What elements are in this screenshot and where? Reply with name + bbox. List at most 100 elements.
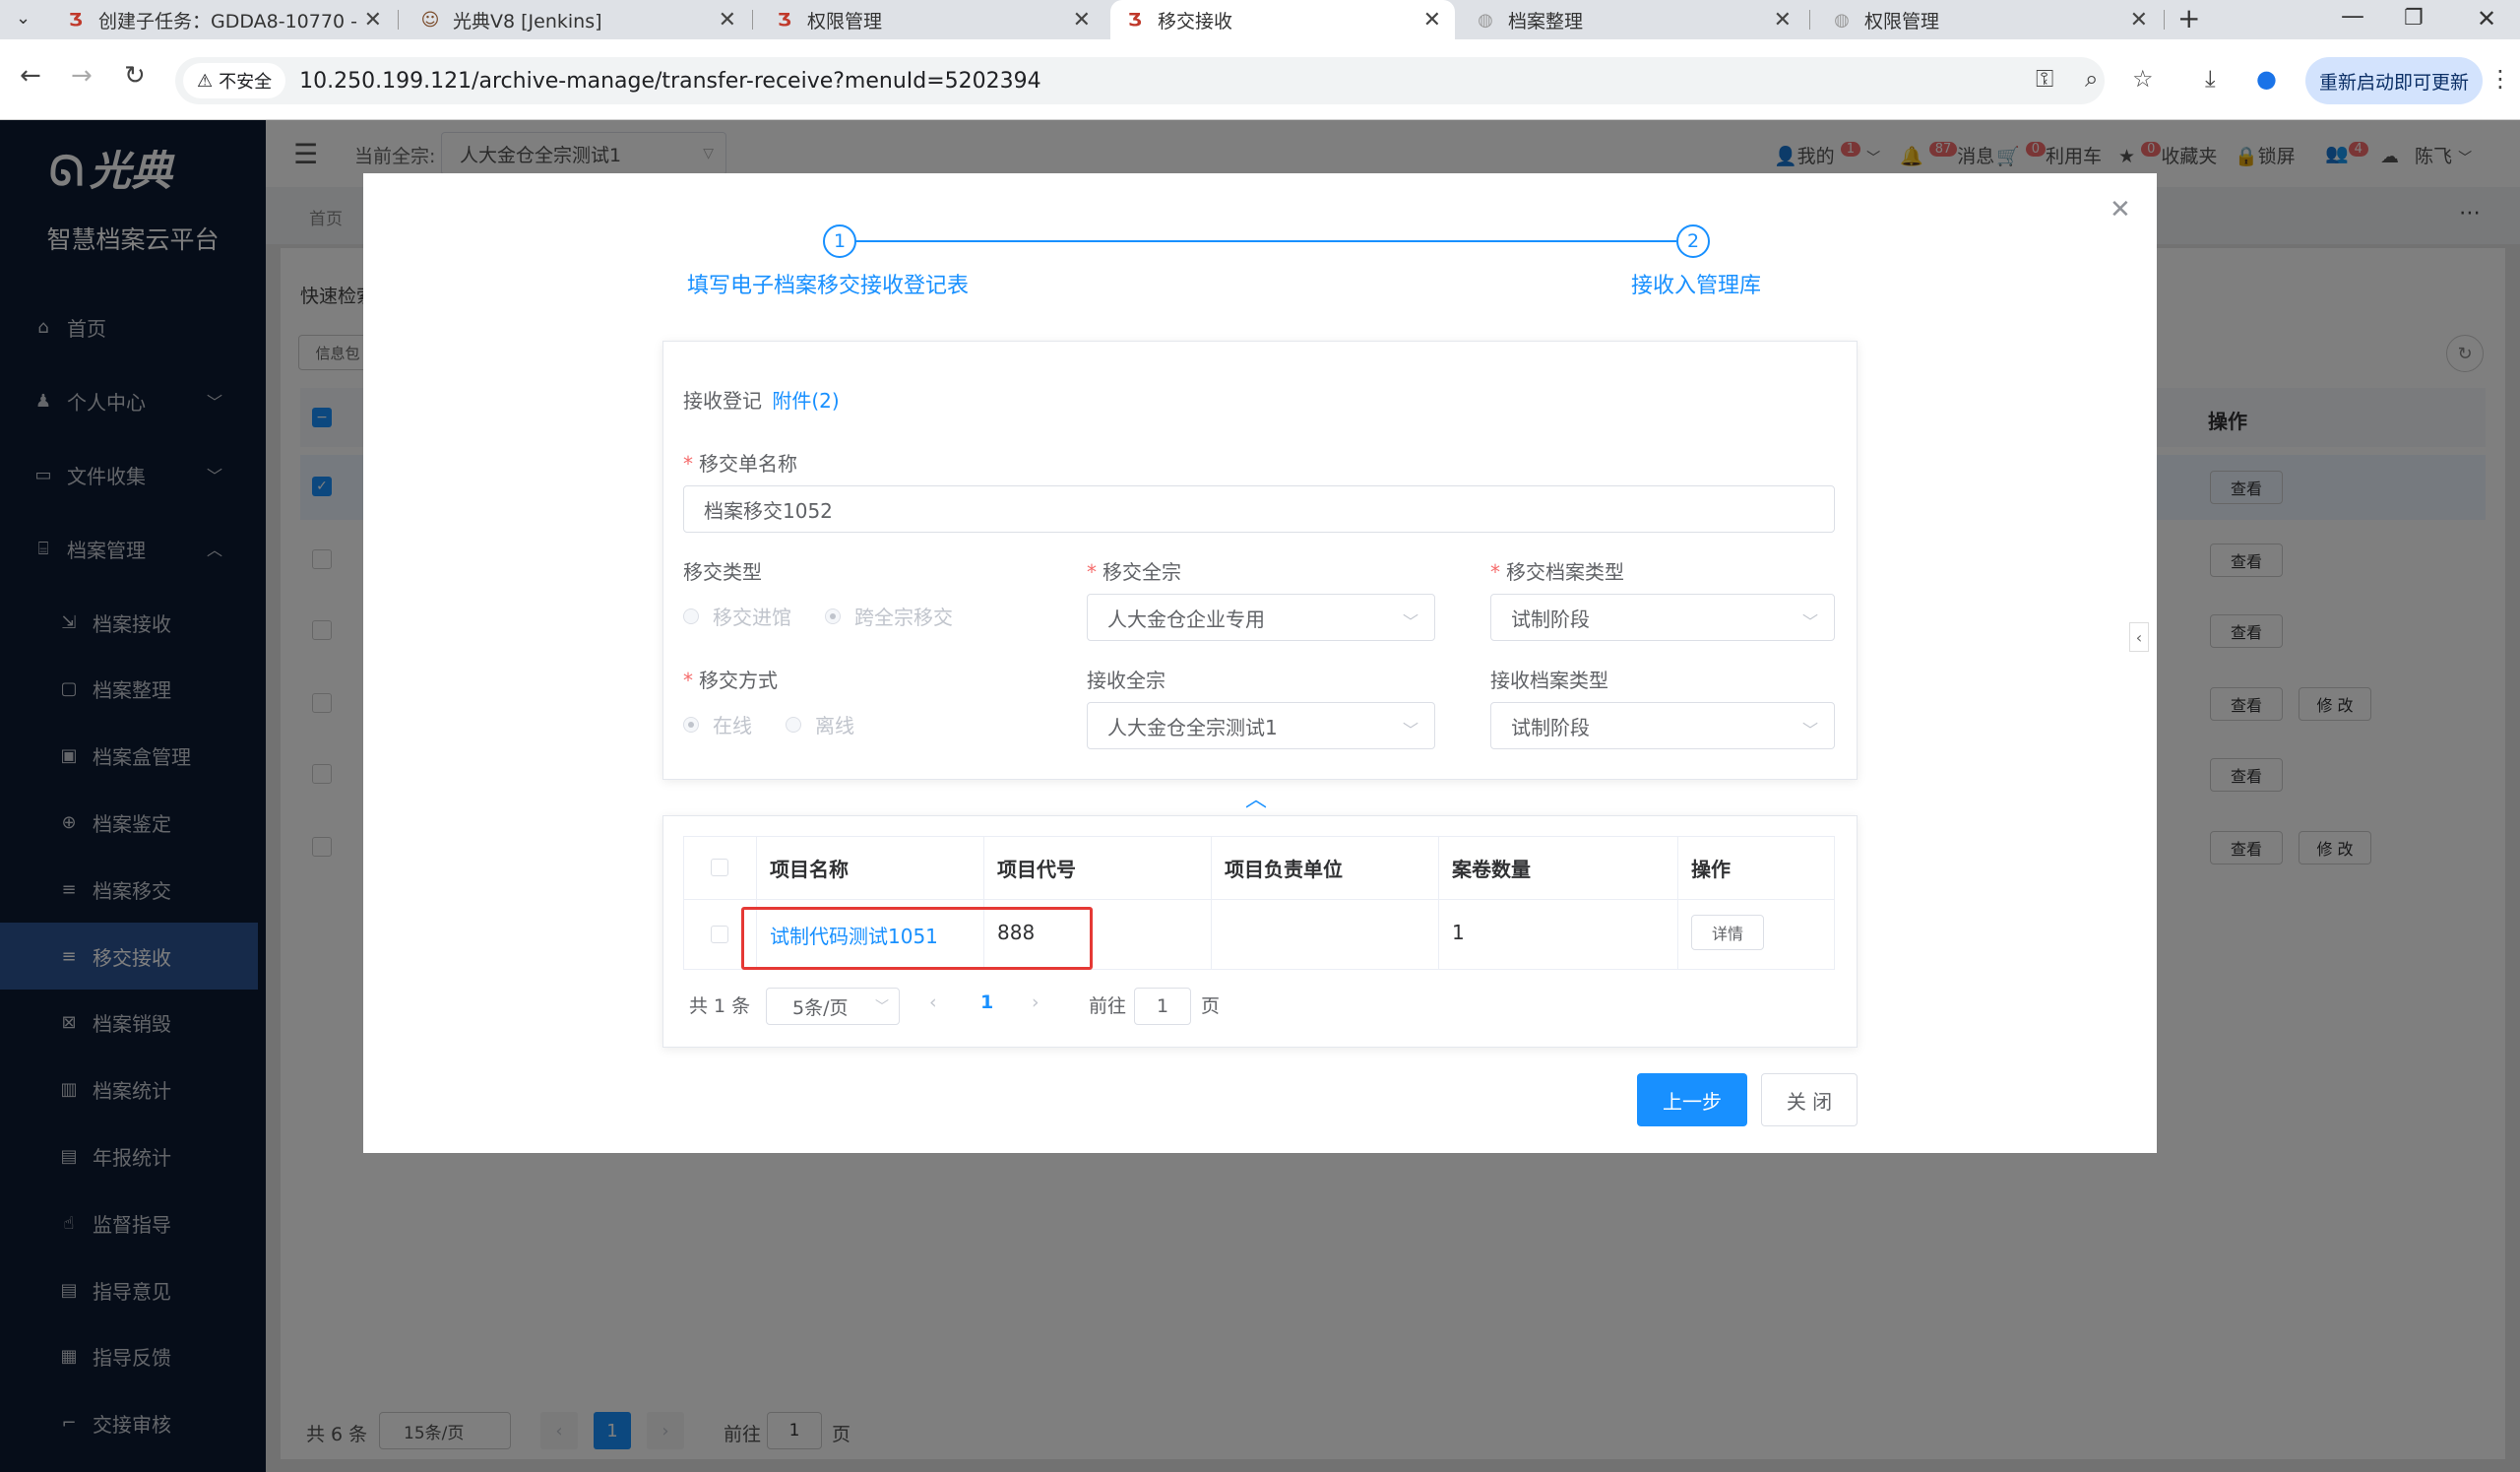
- close-icon[interactable]: ✕: [1073, 8, 1091, 32]
- close-icon[interactable]: ✕: [1423, 8, 1441, 32]
- tab-title: 创建子任务：GDDA8-10770 -: [98, 10, 357, 32]
- pager-total: 共 1 条: [689, 995, 751, 1017]
- col-project-code: 项目代号: [997, 858, 1076, 881]
- zoom-icon[interactable]: ⌕: [2085, 65, 2098, 93]
- collapse-form-icon[interactable]: ︿: [1245, 782, 1267, 813]
- download-icon[interactable]: ⤓: [2205, 65, 2216, 93]
- chevron-down-icon: ﹀: [1402, 612, 1418, 631]
- dialog-close-icon[interactable]: ✕: [2110, 195, 2131, 224]
- method-option-online[interactable]: 在线: [683, 710, 752, 738]
- section-title: 接收登记 附件(2): [683, 385, 840, 414]
- address-bar[interactable]: ⚠ 不安全 10.250.199.121/archive-manage/tran…: [175, 57, 2105, 104]
- section-title-text: 接收登记: [683, 389, 762, 413]
- details-button[interactable]: 详情: [1691, 915, 1764, 950]
- security-label: 不安全: [219, 72, 273, 93]
- select-all-checkbox[interactable]: [711, 859, 728, 876]
- transfer-name-input[interactable]: 档案移交1052: [683, 485, 1835, 533]
- transfer-receive-dialog: ✕ 1 2 填写电子档案移交接收登记表 接收入管理库 接收登记 附件(2) * 移…: [363, 173, 2157, 1153]
- relaunch-update-button[interactable]: 重新启动即可更新: [2305, 57, 2483, 104]
- chevron-down-icon: ﹀: [1801, 612, 1818, 631]
- tab-title: 光典V8 [Jenkins]: [453, 10, 602, 32]
- from-archive-type-label: * 移交档案类型: [1490, 560, 1624, 584]
- from-archive-type-select[interactable]: 试制阶段 ﹀: [1490, 594, 1835, 641]
- new-tab-icon[interactable]: +: [2177, 2, 2200, 34]
- chevron-down-icon: ﹀: [1801, 721, 1818, 739]
- to-archive-type-select[interactable]: 试制阶段 ﹀: [1490, 702, 1835, 749]
- type-option-cross-fonds[interactable]: 跨全宗移交: [825, 602, 953, 630]
- radio-circle: [786, 716, 801, 733]
- project-table-card: 项目名称 项目代号 项目负责单位 案卷数量 操作 试制代码测试1051 888 …: [662, 815, 1858, 1048]
- chevron-down-icon: ﹀: [875, 999, 889, 1015]
- browser-tab-3[interactable]: Ʒ 权限管理 ✕: [760, 0, 1104, 39]
- tab-title: 档案整理: [1508, 10, 1584, 32]
- reload-icon[interactable]: ↻: [124, 61, 146, 91]
- profile-icon[interactable]: ●: [2256, 65, 2277, 93]
- type-label: 移交类型: [683, 560, 762, 584]
- to-archive-type-value: 试制阶段: [1511, 715, 1590, 739]
- back-icon[interactable]: ←: [20, 61, 41, 91]
- browser-tab-6[interactable]: ◍ 权限管理 ✕: [1817, 0, 2162, 39]
- prev-page-icon[interactable]: ‹: [929, 992, 937, 1013]
- browser-tab-4[interactable]: Ʒ 移交接收 ✕: [1110, 0, 1455, 39]
- more-menu-icon[interactable]: ⋮: [2488, 65, 2512, 93]
- from-archive-type-value: 试制阶段: [1511, 607, 1590, 631]
- tab-title: 权限管理: [1864, 10, 1940, 32]
- forward-icon[interactable]: →: [71, 61, 93, 91]
- transfer-name-value: 档案移交1052: [704, 498, 833, 523]
- col-divider: [1677, 836, 1678, 970]
- goto-input[interactable]: 1: [1134, 988, 1191, 1025]
- to-fonds-label: 接收全宗: [1087, 669, 1166, 692]
- side-panel-toggle-icon[interactable]: ‹: [2129, 622, 2149, 652]
- from-fonds-value: 人大金仓企业专用: [1107, 607, 1265, 631]
- pager-size-select[interactable]: 5条/页 ﹀: [766, 988, 900, 1025]
- name-label: * 移交单名称: [683, 452, 797, 476]
- tab-list-dropdown-icon[interactable]: ⌄: [16, 8, 31, 29]
- security-chip[interactable]: ⚠ 不安全: [183, 63, 286, 98]
- col-project-name: 项目名称: [770, 858, 849, 881]
- bookmark-star-icon[interactable]: ☆: [2132, 65, 2154, 93]
- lightning-icon: Ʒ: [69, 9, 83, 31]
- radio-circle: [683, 608, 699, 624]
- jenkins-icon: ☺: [420, 9, 440, 31]
- prev-step-button[interactable]: 上一步: [1637, 1073, 1747, 1126]
- row-checkbox[interactable]: [711, 926, 728, 943]
- browser-tab-2[interactable]: ☺ 光典V8 [Jenkins] ✕: [406, 0, 750, 39]
- to-fonds-select[interactable]: 人大金仓全宗测试1 ﹀: [1087, 702, 1435, 749]
- browser-tab-1[interactable]: Ʒ 创建子任务：GDDA8-10770 - ✕: [51, 0, 396, 39]
- tab-title: 权限管理: [807, 10, 883, 32]
- method-label: * 移交方式: [683, 669, 778, 692]
- browser-toolbar: ← → ↻ ⚠ 不安全 10.250.199.121/archive-manag…: [0, 39, 2520, 120]
- globe-icon: ◍: [1478, 9, 1493, 31]
- url-text[interactable]: 10.250.199.121/archive-manage/transfer-r…: [299, 69, 1041, 94]
- attachment-link[interactable]: 附件(2): [772, 389, 839, 413]
- close-icon[interactable]: ✕: [2130, 8, 2148, 32]
- close-button[interactable]: 关 闭: [1761, 1073, 1858, 1126]
- warning-icon: ⚠: [197, 70, 214, 92]
- goto-label: 前往: [1089, 995, 1127, 1017]
- close-icon[interactable]: ✕: [1774, 8, 1792, 32]
- to-archive-type-label: 接收档案类型: [1490, 669, 1608, 692]
- col-divider: [1438, 836, 1439, 970]
- globe-icon: ◍: [1834, 9, 1850, 31]
- browser-tab-5[interactable]: ◍ 档案整理 ✕: [1461, 0, 1805, 39]
- type-option-into-archive[interactable]: 移交进馆: [683, 602, 791, 630]
- next-page-icon[interactable]: ›: [1032, 992, 1040, 1013]
- col-volume-count: 案卷数量: [1452, 858, 1531, 881]
- chevron-down-icon: ﹀: [1402, 721, 1418, 739]
- step-1-circle: 1: [823, 224, 856, 258]
- method-option-offline[interactable]: 离线: [786, 710, 854, 738]
- highlight-box: [741, 907, 1093, 970]
- radio-circle: [825, 608, 841, 624]
- step-2-title: 接收入管理库: [1631, 274, 1762, 298]
- from-fonds-label: * 移交全宗: [1087, 560, 1181, 584]
- lightning-icon: Ʒ: [1128, 9, 1142, 31]
- key-icon[interactable]: ⚿: [2036, 65, 2053, 93]
- close-icon[interactable]: ✕: [364, 8, 382, 32]
- step-2-circle: 2: [1676, 224, 1710, 258]
- close-icon[interactable]: ✕: [719, 8, 736, 32]
- page-current[interactable]: 1: [980, 992, 993, 1013]
- restore-icon[interactable]: ❐: [2404, 6, 2424, 31]
- minimize-icon[interactable]: —: [2341, 2, 2364, 30]
- window-close-icon[interactable]: ✕: [2477, 5, 2496, 32]
- from-fonds-select[interactable]: 人大金仓企业专用 ﹀: [1087, 594, 1435, 641]
